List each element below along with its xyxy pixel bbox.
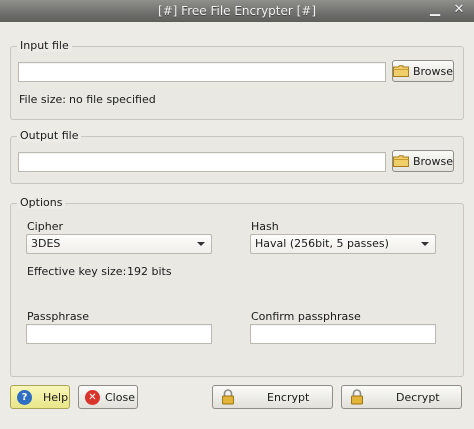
chevron-down-icon — [197, 242, 205, 246]
window-title: [#] Free File Encrypter [#] — [157, 4, 317, 18]
encrypt-button[interactable]: Encrypt — [212, 385, 333, 409]
passphrase-label: Passphrase — [27, 310, 90, 323]
options-legend: Options — [17, 196, 66, 209]
cipher-select[interactable]: 3DES — [26, 234, 212, 254]
passphrase-input[interactable] — [26, 324, 212, 344]
output-file-path[interactable] — [18, 152, 386, 172]
help-label: Help — [43, 390, 69, 404]
input-browse-label: Browse — [412, 64, 454, 78]
input-browse-button[interactable]: Browse — [392, 60, 454, 82]
title-bar[interactable]: [#] Free File Encrypter [#] ▁ ✕ — [0, 0, 474, 22]
close-label: Close — [105, 390, 135, 404]
hash-label: Hash — [251, 220, 279, 233]
file-size-label: File size: — [19, 93, 66, 106]
folder-icon — [392, 65, 409, 77]
output-browse-label: Browse — [412, 154, 454, 168]
key-size-label: Effective key size: — [27, 265, 127, 278]
output-file-group: Output file Browse — [10, 129, 464, 184]
lock-icon — [350, 389, 364, 405]
folder-icon — [392, 155, 409, 167]
confirm-passphrase-label: Confirm passphrase — [251, 310, 361, 323]
encrypt-label: Encrypt — [267, 390, 310, 404]
close-x-icon: ✕ — [85, 389, 100, 405]
file-size-value: no file specified — [69, 93, 156, 106]
chevron-down-icon — [421, 242, 429, 246]
input-file-legend: Input file — [17, 39, 72, 52]
cipher-label: Cipher — [27, 220, 63, 233]
options-group: Options Cipher 3DES Hash Haval (256bit, … — [10, 196, 464, 377]
input-file-group: Input file Browse File size: no file spe… — [10, 39, 464, 120]
decrypt-button[interactable]: Decrypt — [341, 385, 462, 409]
output-file-legend: Output file — [17, 129, 82, 142]
help-question-icon: ? — [17, 389, 32, 405]
close-window-icon[interactable]: ✕ — [451, 3, 467, 19]
help-button[interactable]: ? Help — [10, 385, 70, 409]
minimize-icon[interactable]: ▁ — [427, 3, 443, 19]
app-window: [#] Free File Encrypter [#] ▁ ✕ Input fi… — [0, 0, 474, 429]
close-button[interactable]: ✕ Close — [78, 385, 138, 409]
decrypt-label: Decrypt — [396, 390, 440, 404]
input-file-path[interactable] — [18, 62, 386, 82]
lock-icon — [221, 389, 235, 405]
confirm-passphrase-input[interactable] — [250, 324, 436, 344]
key-size-value: 192 bits — [127, 265, 172, 278]
hash-select[interactable]: Haval (256bit, 5 passes) — [250, 234, 436, 254]
output-browse-button[interactable]: Browse — [392, 150, 454, 172]
